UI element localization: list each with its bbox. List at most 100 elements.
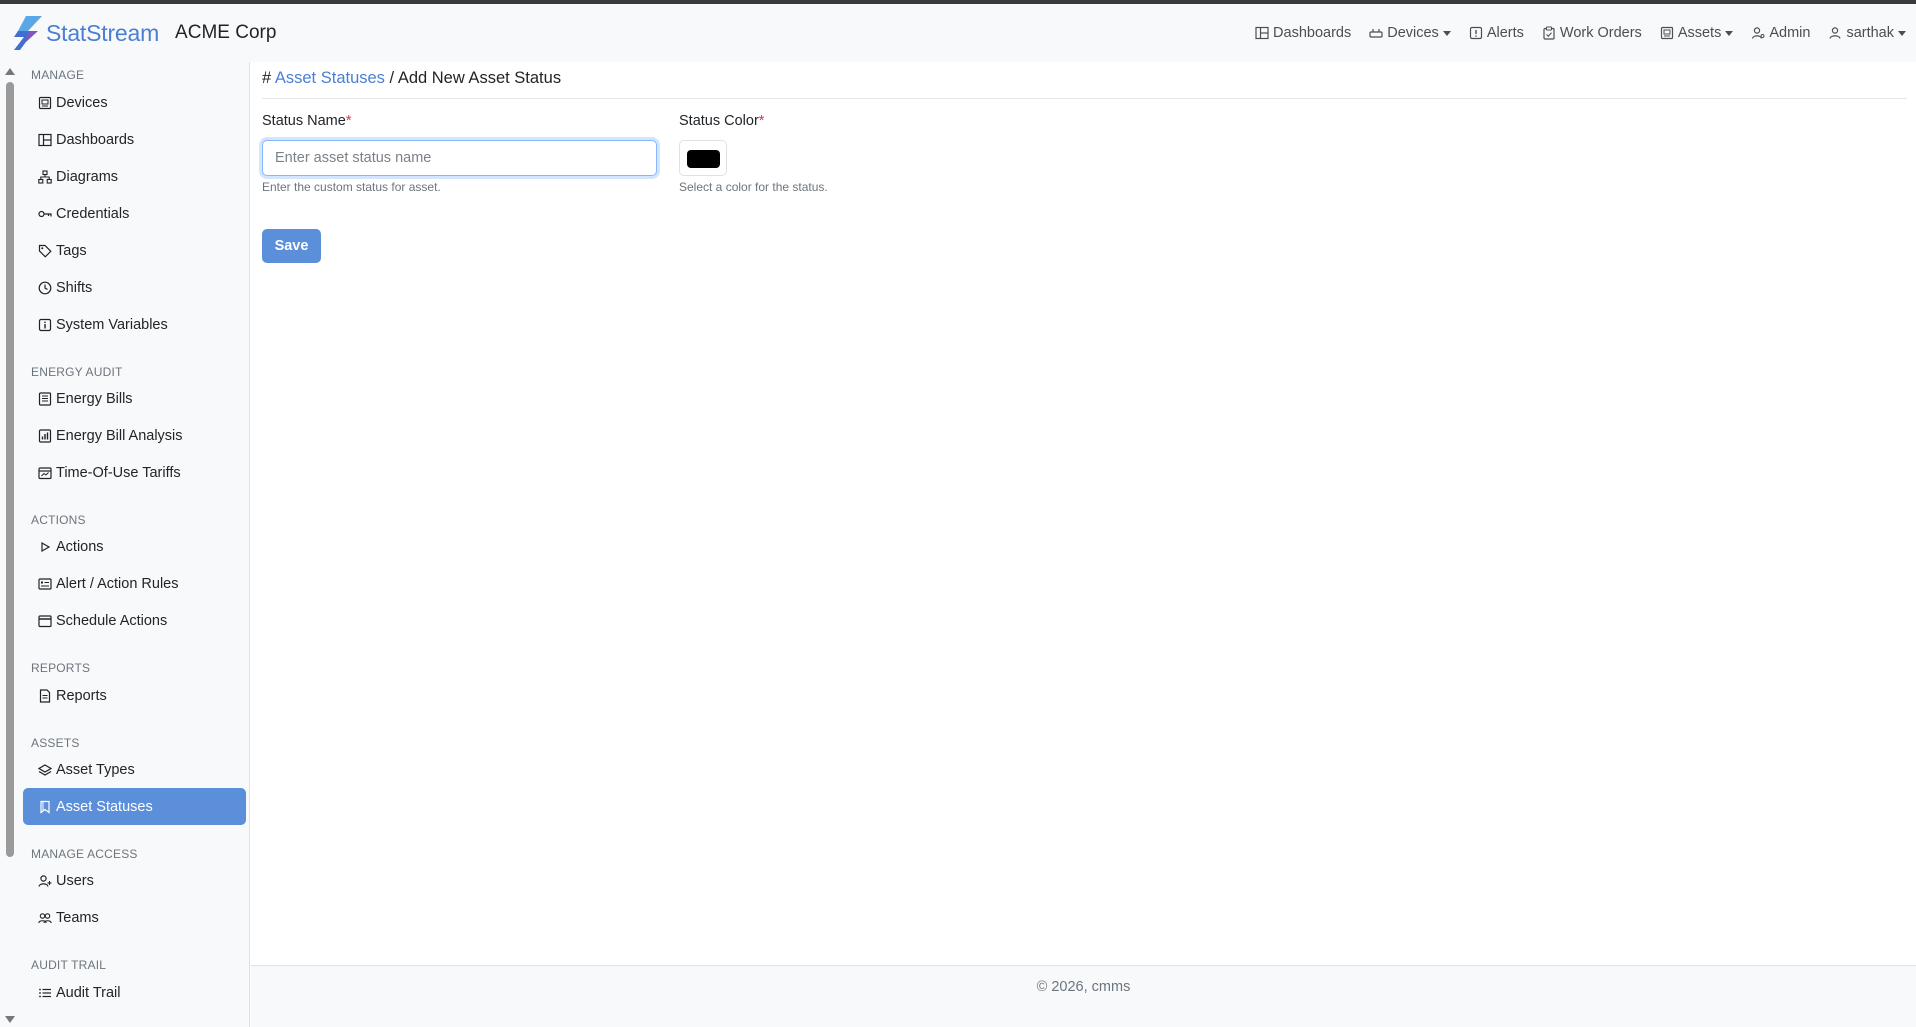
status-color-label-text: Status Color <box>679 113 759 129</box>
status-color-label: Status Color* <box>679 113 764 129</box>
sidebar-item-diagrams[interactable]: Diagrams <box>23 158 246 195</box>
nav-assets-dropdown[interactable]: Assets <box>1660 25 1734 41</box>
clock-icon <box>38 281 52 294</box>
sidebar-item-label: Diagrams <box>56 168 119 185</box>
nav-user-dropdown[interactable]: sarthak <box>1828 25 1906 41</box>
status-name-input[interactable] <box>262 140 657 176</box>
sidebar-item-label: Reports <box>56 687 107 704</box>
sidebar-scrollbar[interactable] <box>6 82 14 857</box>
footer-copyright: © 2026, cmms <box>1036 978 1131 995</box>
info-icon <box>38 318 52 331</box>
breadcrumb-separator: / <box>389 69 395 87</box>
sidebar-item-users[interactable]: Users <box>23 862 246 899</box>
nav-alerts[interactable]: Alerts <box>1469 25 1524 41</box>
sidebar-item-energy-bill-analysis[interactable]: Energy Bill Analysis <box>23 417 246 454</box>
report-document-icon <box>39 688 51 703</box>
sidebar-item-reports[interactable]: Reports <box>23 677 246 714</box>
sidebar-item-devices[interactable]: Devices <box>23 84 246 121</box>
organization-name: ACME Corp <box>175 22 277 43</box>
color-swatch <box>687 150 720 168</box>
section-label-audit-trail: AUDIT TRAIL <box>31 958 107 972</box>
devices-icon <box>1369 29 1383 38</box>
sidebar-item-shifts[interactable]: Shifts <box>23 269 246 306</box>
main-content: # Asset Statuses / Add New Asset Status … <box>251 62 1916 965</box>
sidebar-item-label: Energy Bill Analysis <box>56 427 183 444</box>
devices-icon <box>38 96 52 109</box>
nav-dashboards[interactable]: Dashboards <box>1255 25 1351 41</box>
dashboard-icon <box>38 133 52 146</box>
header-divider <box>262 98 1907 99</box>
top-nav-menu: Dashboards Devices Alerts Work Orders As… <box>1237 25 1906 41</box>
top-navbar: StatStream ACME Corp Dashboards Devices … <box>0 4 1916 62</box>
sidebar-item-label: Shifts <box>56 279 93 296</box>
status-color-picker[interactable] <box>679 140 727 176</box>
sidebar-item-alert-action-rules[interactable]: Alert / Action Rules <box>23 565 246 602</box>
sidebar-item-asset-statuses[interactable]: Asset Statuses <box>23 788 246 825</box>
bookmark-icon <box>40 800 50 814</box>
sidebar-item-label: Devices <box>56 94 108 111</box>
sidebar-item-asset-types[interactable]: Asset Types <box>23 751 246 788</box>
play-icon <box>41 541 51 552</box>
chevron-down-icon <box>1725 30 1734 36</box>
sidebar-item-actions[interactable]: Actions <box>23 528 246 565</box>
nav-dashboards-label: Dashboards <box>1273 25 1352 41</box>
sidebar-item-label: Asset Types <box>56 761 135 778</box>
nav-work-orders[interactable]: Work Orders <box>1542 25 1642 41</box>
calendar-chart-icon <box>38 466 52 479</box>
clipboard-icon <box>1543 26 1555 40</box>
rules-card-icon <box>38 577 52 590</box>
breadcrumb-hash: # <box>262 69 272 87</box>
section-label-energy-audit: ENERGY AUDIT <box>31 365 123 379</box>
sidebar-item-dashboards[interactable]: Dashboards <box>23 121 246 158</box>
footer: © 2026, cmms <box>251 965 1916 1027</box>
nav-work-orders-label: Work Orders <box>1559 25 1642 41</box>
sidebar-item-label: Tags <box>56 242 87 259</box>
status-name-help: Enter the custom status for asset. <box>262 180 441 194</box>
sidebar-item-label: Actions <box>56 538 104 555</box>
calendar-icon <box>38 614 52 627</box>
scroll-up-arrow-icon[interactable] <box>5 68 15 75</box>
nav-user-label: sarthak <box>1846 25 1894 41</box>
user-add-icon <box>38 874 52 887</box>
required-asterisk: * <box>758 113 765 129</box>
sidebar-item-label: Energy Bills <box>56 390 133 407</box>
sidebar-item-label: System Variables <box>56 316 168 333</box>
admin-user-icon <box>1752 27 1765 39</box>
sidebar: MANAGE Devices Dashboards Diagrams Crede… <box>0 62 250 1027</box>
sidebar-item-energy-bills[interactable]: Energy Bills <box>23 380 246 417</box>
required-asterisk: * <box>345 113 352 129</box>
status-color-help: Select a color for the status. <box>679 180 828 194</box>
nav-assets-label: Assets <box>1677 25 1722 41</box>
sidebar-item-teams[interactable]: Teams <box>23 899 246 936</box>
sidebar-item-label: Time-Of-Use Tariffs <box>56 464 181 481</box>
dashboard-icon <box>1255 26 1269 40</box>
sidebar-item-time-of-use-tariffs[interactable]: Time-Of-Use Tariffs <box>23 454 246 491</box>
save-button[interactable]: Save <box>262 229 321 263</box>
breadcrumb-link-asset-statuses[interactable]: Asset Statuses <box>275 69 385 87</box>
nav-admin[interactable]: Admin <box>1751 25 1810 41</box>
breadcrumb: # Asset Statuses / Add New Asset Status <box>262 69 561 88</box>
sidebar-item-system-variables[interactable]: System Variables <box>23 306 246 343</box>
section-label-actions: ACTIONS <box>31 513 86 527</box>
sidebar-item-schedule-actions[interactable]: Schedule Actions <box>23 602 246 639</box>
tag-icon <box>38 244 52 258</box>
statstream-logo-icon <box>14 16 42 50</box>
user-icon <box>1829 27 1842 39</box>
section-label-manage-access: MANAGE ACCESS <box>31 847 138 861</box>
scroll-down-arrow-icon[interactable] <box>5 1016 15 1023</box>
sidebar-item-label: Teams <box>56 909 99 926</box>
sidebar-item-label: Audit Trail <box>56 984 121 1001</box>
section-label-reports: REPORTS <box>31 661 91 675</box>
sidebar-item-label: Dashboards <box>56 131 135 148</box>
nav-devices-dropdown[interactable]: Devices <box>1369 25 1451 41</box>
layers-icon <box>38 763 52 776</box>
assets-icon <box>1660 26 1673 40</box>
sidebar-item-tags[interactable]: Tags <box>23 232 246 269</box>
alert-icon <box>1469 26 1482 40</box>
sidebar-item-audit-trail[interactable]: Audit Trail <box>23 974 246 1011</box>
breadcrumb-current: Add New Asset Status <box>397 69 562 87</box>
sidebar-item-credentials[interactable]: Credentials <box>23 195 246 232</box>
chevron-down-icon <box>1442 30 1451 36</box>
brand[interactable]: StatStream <box>12 16 159 50</box>
nav-admin-label: Admin <box>1769 25 1811 41</box>
